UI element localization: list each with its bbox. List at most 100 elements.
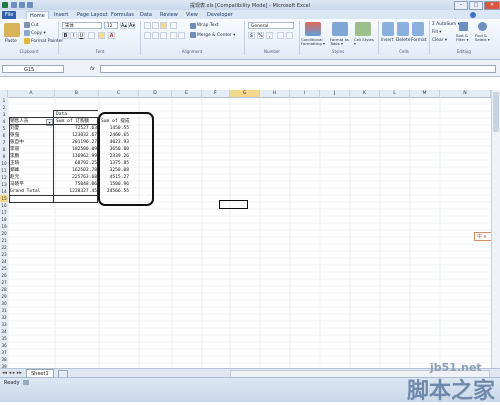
merge-center-icon[interactable] [190, 32, 196, 38]
ribbon-separator [378, 21, 379, 55]
column-header-d[interactable]: D [139, 90, 172, 97]
cut-button[interactable]: Cut [31, 23, 39, 28]
bold-button[interactable]: B [62, 32, 69, 39]
select-all-corner[interactable] [0, 90, 8, 97]
align-left-icon[interactable] [144, 32, 151, 39]
column-header-f[interactable]: F [202, 90, 230, 97]
orientation-icon[interactable] [170, 22, 177, 29]
tab-insert[interactable]: Insert [51, 11, 71, 19]
tab-page-layout[interactable]: Page Layout [74, 11, 111, 19]
tab-file[interactable]: File [2, 11, 17, 19]
tab-formulas[interactable]: Formulas [108, 11, 137, 19]
tab-review[interactable]: Review [157, 11, 181, 19]
tab-developer[interactable]: Developer [204, 11, 236, 19]
comma-button[interactable]: , [266, 32, 273, 39]
name-box[interactable]: G15 [2, 65, 64, 73]
macro-record-icon[interactable] [23, 380, 29, 385]
pivot-data-divider [53, 110, 98, 111]
ribbon-separator [299, 21, 300, 55]
column-header-h[interactable]: H [260, 90, 290, 97]
format-cells-button[interactable]: Format [411, 38, 426, 43]
font-size-select[interactable]: 12 [104, 22, 118, 29]
column-header-b[interactable]: B [55, 90, 99, 97]
insert-function-button[interactable]: fx [90, 66, 95, 72]
highlight-annotation [98, 112, 154, 206]
increase-indent-icon[interactable] [178, 32, 185, 39]
insert-cells-icon[interactable] [382, 22, 394, 36]
tab-data[interactable]: Data [137, 11, 155, 19]
shrink-font-button[interactable]: A▾ [128, 22, 135, 29]
delete-cells-button[interactable]: Delete [396, 38, 410, 43]
tab-view[interactable]: View [183, 11, 201, 19]
align-bottom-icon[interactable] [160, 22, 167, 29]
cell-styles-icon[interactable] [355, 22, 371, 36]
align-right-icon[interactable] [160, 32, 167, 39]
italic-button[interactable]: I [70, 32, 77, 39]
percent-button[interactable]: % [257, 32, 264, 39]
clear-button[interactable]: Clear ▾ [432, 38, 447, 43]
column-header-l[interactable]: L [380, 90, 410, 97]
column-header-a[interactable]: A [8, 90, 55, 97]
watermark-name: 脚本之家 [407, 379, 496, 404]
fill-button[interactable]: Fill ▾ [432, 30, 441, 35]
column-header-k[interactable]: K [350, 90, 380, 97]
wrap-text-icon[interactable] [190, 23, 196, 29]
align-middle-icon[interactable] [152, 22, 159, 29]
ribbon-separator [58, 21, 59, 55]
column-header-j[interactable]: J [320, 90, 350, 97]
column-header-n[interactable]: N [440, 90, 491, 97]
format-cells-icon[interactable] [412, 22, 424, 36]
format-painter-icon[interactable] [24, 38, 30, 44]
wrap-text-button[interactable]: Wrap Text [197, 23, 219, 28]
format-as-table-button[interactable]: Format as Table ▾ [330, 38, 352, 46]
help-icon[interactable] [470, 12, 476, 18]
minimize-button[interactable]: – [454, 1, 468, 10]
currency-button[interactable]: $ [248, 32, 255, 39]
font-color-icon[interactable]: A [108, 32, 115, 39]
scroll-thumb[interactable] [493, 92, 499, 132]
find-select-icon[interactable] [478, 22, 487, 31]
sort-filter-icon[interactable] [459, 22, 468, 31]
copy-button[interactable]: Copy ▾ [31, 31, 46, 36]
cell-styles-button[interactable]: Cell Styles ▾ [354, 38, 374, 46]
format-as-table-icon[interactable] [332, 22, 348, 36]
paste-button[interactable]: Paste [5, 39, 17, 44]
column-header-m[interactable]: M [410, 90, 440, 97]
fill-color-icon[interactable] [98, 32, 105, 39]
paste-icon[interactable] [4, 23, 20, 37]
number-format-select[interactable]: General [248, 22, 294, 29]
active-cell[interactable] [219, 200, 248, 209]
increase-decimal-icon[interactable] [277, 32, 284, 39]
font-name-select[interactable]: 宋体 [62, 22, 102, 29]
sheet-nav-arrows[interactable]: ◂◂ ◂ ▸ ▸▸ [2, 370, 22, 376]
close-button[interactable]: ✕ [484, 1, 500, 10]
column-header-e[interactable]: E [172, 90, 202, 97]
find-select-button[interactable]: Find & Select ▾ [475, 34, 493, 42]
grow-font-button[interactable]: A▴ [120, 22, 127, 29]
borders-icon[interactable] [88, 32, 95, 39]
formula-input[interactable] [100, 65, 496, 73]
merge-center-button[interactable]: Merge & Center ▾ [197, 33, 235, 38]
sort-filter-button[interactable]: Sort & Filter ▾ [456, 34, 472, 42]
cut-icon[interactable] [24, 22, 30, 28]
delete-cells-icon[interactable] [397, 22, 409, 36]
conditional-formatting-button[interactable]: Conditional Formatting ▾ [301, 38, 327, 46]
decrease-indent-icon[interactable] [170, 32, 177, 39]
insert-cells-button[interactable]: Insert [381, 38, 394, 43]
column-header-c[interactable]: C [99, 90, 139, 97]
align-top-icon[interactable] [144, 22, 151, 29]
ribbon-separator [429, 21, 430, 55]
column-header-i[interactable]: I [290, 90, 320, 97]
underline-button[interactable]: U [78, 32, 85, 39]
maximize-button[interactable]: □ [469, 1, 483, 10]
autosum-button[interactable]: Σ AutoSum ▾ [432, 22, 460, 27]
align-center-icon[interactable] [152, 32, 159, 39]
vertical-scrollbar[interactable] [491, 90, 500, 368]
editing-group-label: Editing [457, 49, 471, 54]
column-header-g[interactable]: G [230, 90, 260, 97]
number-group-label: Number [263, 49, 281, 54]
conditional-formatting-icon[interactable] [305, 22, 321, 36]
copy-icon[interactable] [24, 30, 30, 36]
decrease-decimal-icon[interactable] [286, 32, 293, 39]
font-group-label: Font [95, 49, 105, 54]
